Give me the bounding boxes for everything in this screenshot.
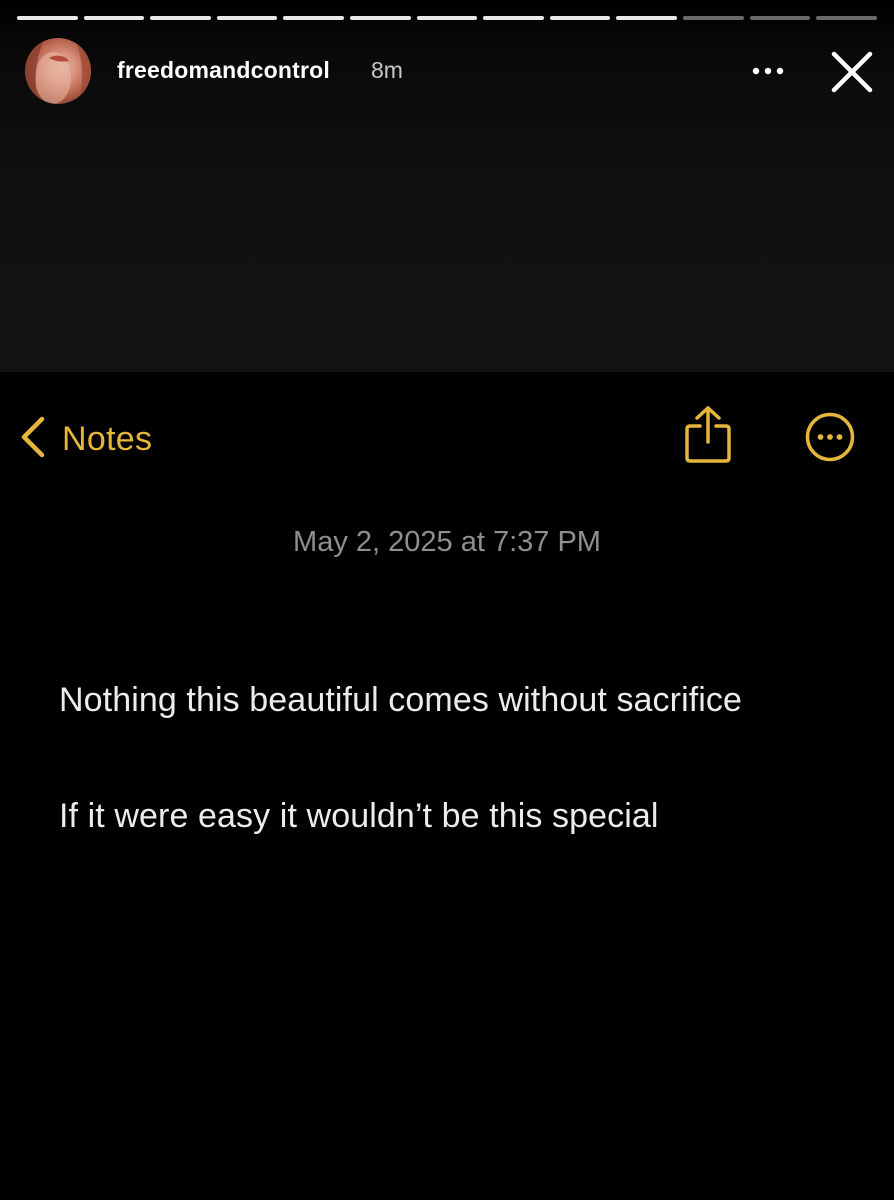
story-progress-segment: [549, 16, 611, 20]
story-progress-segment: [816, 16, 877, 20]
story-timestamp: 8m: [371, 57, 403, 83]
close-icon[interactable]: [826, 46, 878, 98]
notes-back-button[interactable]: Notes: [18, 414, 152, 464]
chevron-left-icon: [18, 415, 48, 464]
story-progress-segment: [416, 16, 478, 20]
avatar-image: [25, 38, 91, 104]
story-progress-segment: [483, 16, 544, 20]
share-icon[interactable]: [683, 404, 733, 466]
note-body-line[interactable]: If it were easy it wouldn’t be this spec…: [59, 797, 659, 836]
story-progress-segment: [17, 16, 78, 20]
note-body-line[interactable]: Nothing this beautiful comes without sac…: [59, 681, 742, 720]
story-progress-segment: [683, 16, 744, 20]
story-progress-segment: [283, 16, 345, 20]
note-date: May 2, 2025 at 7:37 PM: [293, 526, 601, 558]
story-username[interactable]: freedomandcontrol: [117, 57, 330, 84]
story-progress-bar: [17, 16, 877, 20]
story-progress-segment: [616, 16, 678, 20]
more-circle-icon[interactable]: [804, 411, 856, 463]
story-progress-segment: [350, 16, 411, 20]
story-progress-segment: [749, 16, 811, 20]
more-horizontal-icon[interactable]: [748, 56, 788, 86]
notes-back-label: Notes: [62, 419, 153, 458]
story-progress-segment: [83, 16, 145, 20]
avatar[interactable]: [25, 38, 91, 104]
story-progress-segment: [150, 16, 211, 20]
story-progress-segment: [216, 16, 278, 20]
